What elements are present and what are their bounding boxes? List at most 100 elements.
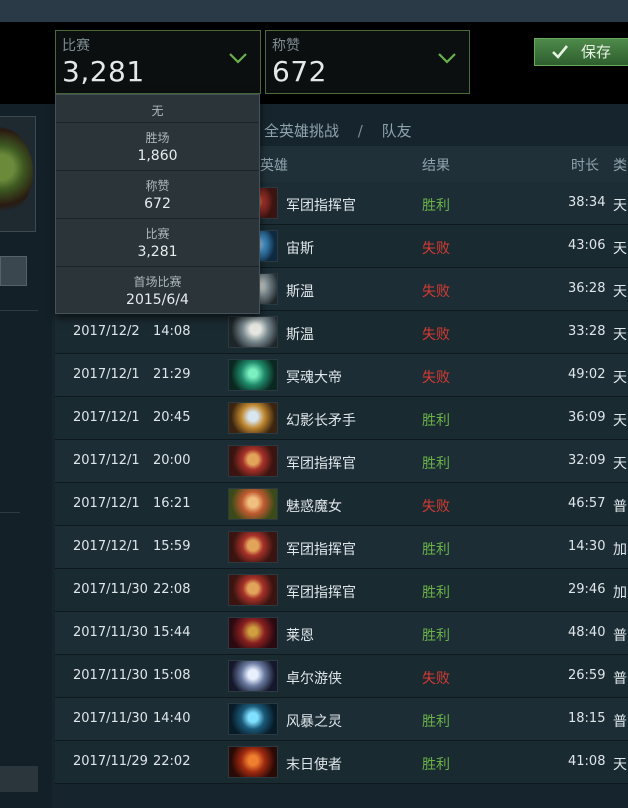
- hero-name: 军团指挥官: [286, 198, 356, 214]
- top-strip: [0, 0, 628, 22]
- hero-name: 幻影长矛手: [286, 413, 356, 429]
- table-row[interactable]: 2017/12/1 15:59 军团指挥官 胜利 14:30 加: [55, 526, 628, 569]
- match-duration: 48:40: [568, 625, 606, 640]
- match-result: 失败: [422, 671, 450, 687]
- match-result: 失败: [422, 327, 450, 343]
- dropdown-option-none[interactable]: 无: [56, 95, 259, 123]
- filter-value: 672: [272, 55, 327, 88]
- left-panel-bottom-button[interactable]: [0, 766, 38, 792]
- hero-portrait: [228, 488, 278, 520]
- table-row[interactable]: 2017/12/1 20:45 幻影长矛手 胜利 36:09 天: [55, 397, 628, 440]
- dropdown-option-wins[interactable]: 胜场 1,860: [56, 123, 259, 171]
- table-row[interactable]: 2017/11/29 22:02 末日使者 胜利 41:08 天: [55, 741, 628, 784]
- save-button[interactable]: 保存: [534, 38, 628, 66]
- dropdown-option-label: 无: [151, 104, 164, 118]
- match-type: 天: [613, 413, 627, 429]
- header-result[interactable]: 结果: [422, 155, 450, 175]
- match-duration: 26:59: [568, 668, 606, 683]
- hero-name: 宙斯: [286, 241, 314, 257]
- match-time: 14:08: [153, 324, 191, 339]
- dropdown-option-label: 称赞: [145, 179, 170, 193]
- dropdown-option-commends[interactable]: 称赞 672: [56, 171, 259, 219]
- matches-filter-dropdown[interactable]: 比赛 3,281: [55, 30, 261, 94]
- match-duration: 43:06: [568, 238, 606, 253]
- hero-name: 莱恩: [286, 628, 314, 644]
- match-result: 胜利: [422, 198, 450, 214]
- match-time: 15:59: [153, 539, 191, 554]
- left-panel-input[interactable]: [0, 256, 27, 286]
- dropdown-option-value: 672: [144, 196, 171, 212]
- hero-portrait: [228, 746, 278, 778]
- match-time: 16:21: [153, 496, 191, 511]
- match-type: 天: [613, 757, 627, 773]
- header-type[interactable]: 类: [613, 155, 627, 175]
- match-result: 胜利: [422, 628, 450, 644]
- hero-name: 冥魂大帝: [286, 370, 342, 386]
- chevron-down-icon: [438, 53, 456, 64]
- tab-teammates[interactable]: 队友: [382, 122, 412, 140]
- header-hero[interactable]: 英雄: [260, 155, 288, 175]
- dropdown-option-value: 3,281: [137, 244, 178, 260]
- commends-filter-dropdown[interactable]: 称赞 672: [265, 30, 470, 94]
- match-time: 14:40: [153, 711, 191, 726]
- match-date: 2017/11/30: [73, 711, 148, 726]
- filter-value: 3,281: [62, 55, 145, 88]
- match-date: 2017/11/30: [73, 668, 148, 683]
- match-result: 胜利: [422, 757, 450, 773]
- hero-portrait: [228, 617, 278, 649]
- match-time: 15:08: [153, 668, 191, 683]
- table-row[interactable]: 2017/11/30 15:08 卓尔游侠 失败 26:59 普: [55, 655, 628, 698]
- header-duration[interactable]: 时长: [571, 155, 599, 175]
- match-time: 20:45: [153, 410, 191, 425]
- dropdown-option-matches[interactable]: 比赛 3,281: [56, 219, 259, 267]
- match-date: 2017/12/1: [73, 367, 140, 382]
- match-duration: 32:09: [568, 453, 606, 468]
- match-time: 20:00: [153, 453, 191, 468]
- match-duration: 46:57: [568, 496, 606, 511]
- dropdown-option-first-match[interactable]: 首场比赛 2015/6/4: [56, 267, 259, 315]
- match-type: 普: [613, 628, 627, 644]
- hero-portrait: [228, 316, 278, 348]
- hero-thumbnail[interactable]: [0, 116, 36, 232]
- table-row[interactable]: 2017/12/2 14:08 斯温 失败 33:28 天: [55, 311, 628, 354]
- table-row[interactable]: 2017/11/30 22:08 军团指挥官 胜利 29:46 加: [55, 569, 628, 612]
- table-row[interactable]: 2017/11/30 15:44 莱恩 胜利 48:40 普: [55, 612, 628, 655]
- hero-name: 军团指挥官: [286, 456, 356, 472]
- match-date: 2017/12/1: [73, 539, 140, 554]
- hero-name: 军团指挥官: [286, 585, 356, 601]
- match-date: 2017/12/1: [73, 410, 140, 425]
- hero-name: 军团指挥官: [286, 542, 356, 558]
- filter-label: 称赞: [272, 38, 300, 54]
- match-duration: 33:28: [568, 324, 606, 339]
- dropdown-option-value: 1,860: [137, 148, 178, 164]
- left-divider: [0, 310, 38, 311]
- hero-portrait: [228, 402, 278, 434]
- hero-portrait: [228, 703, 278, 735]
- match-date: 2017/11/30: [73, 625, 148, 640]
- match-duration: 14:30: [568, 539, 606, 554]
- tab-separator: /: [357, 122, 363, 140]
- match-type: 加: [613, 585, 627, 601]
- match-result: 胜利: [422, 542, 450, 558]
- match-type: 普: [613, 714, 627, 730]
- match-type: 天: [613, 198, 627, 214]
- hero-name: 风暴之灵: [286, 714, 342, 730]
- match-duration: 38:34: [568, 195, 606, 210]
- hero-name: 末日使者: [286, 757, 342, 773]
- match-date: 2017/12/1: [73, 496, 140, 511]
- tab-all-hero-challenge[interactable]: 全英雄挑战: [264, 122, 339, 140]
- hero-portrait: [228, 531, 278, 563]
- match-result: 胜利: [422, 456, 450, 472]
- table-row[interactable]: 2017/12/1 21:29 冥魂大帝 失败 49:02 天: [55, 354, 628, 397]
- match-type: 天: [613, 370, 627, 386]
- table-row[interactable]: 2017/12/1 16:21 魅惑魔女 失败 46:57 普: [55, 483, 628, 526]
- match-duration: 41:08: [568, 754, 606, 769]
- match-type: 天: [613, 241, 627, 257]
- match-result: 失败: [422, 370, 450, 386]
- table-row[interactable]: 2017/11/30 14:40 风暴之灵 胜利 18:15 普: [55, 698, 628, 741]
- match-time: 22:02: [153, 754, 191, 769]
- table-row[interactable]: 2017/12/1 20:00 军团指挥官 胜利 32:09 天: [55, 440, 628, 483]
- match-duration: 36:28: [568, 281, 606, 296]
- match-result: 胜利: [422, 714, 450, 730]
- filter-label: 比赛: [62, 38, 90, 54]
